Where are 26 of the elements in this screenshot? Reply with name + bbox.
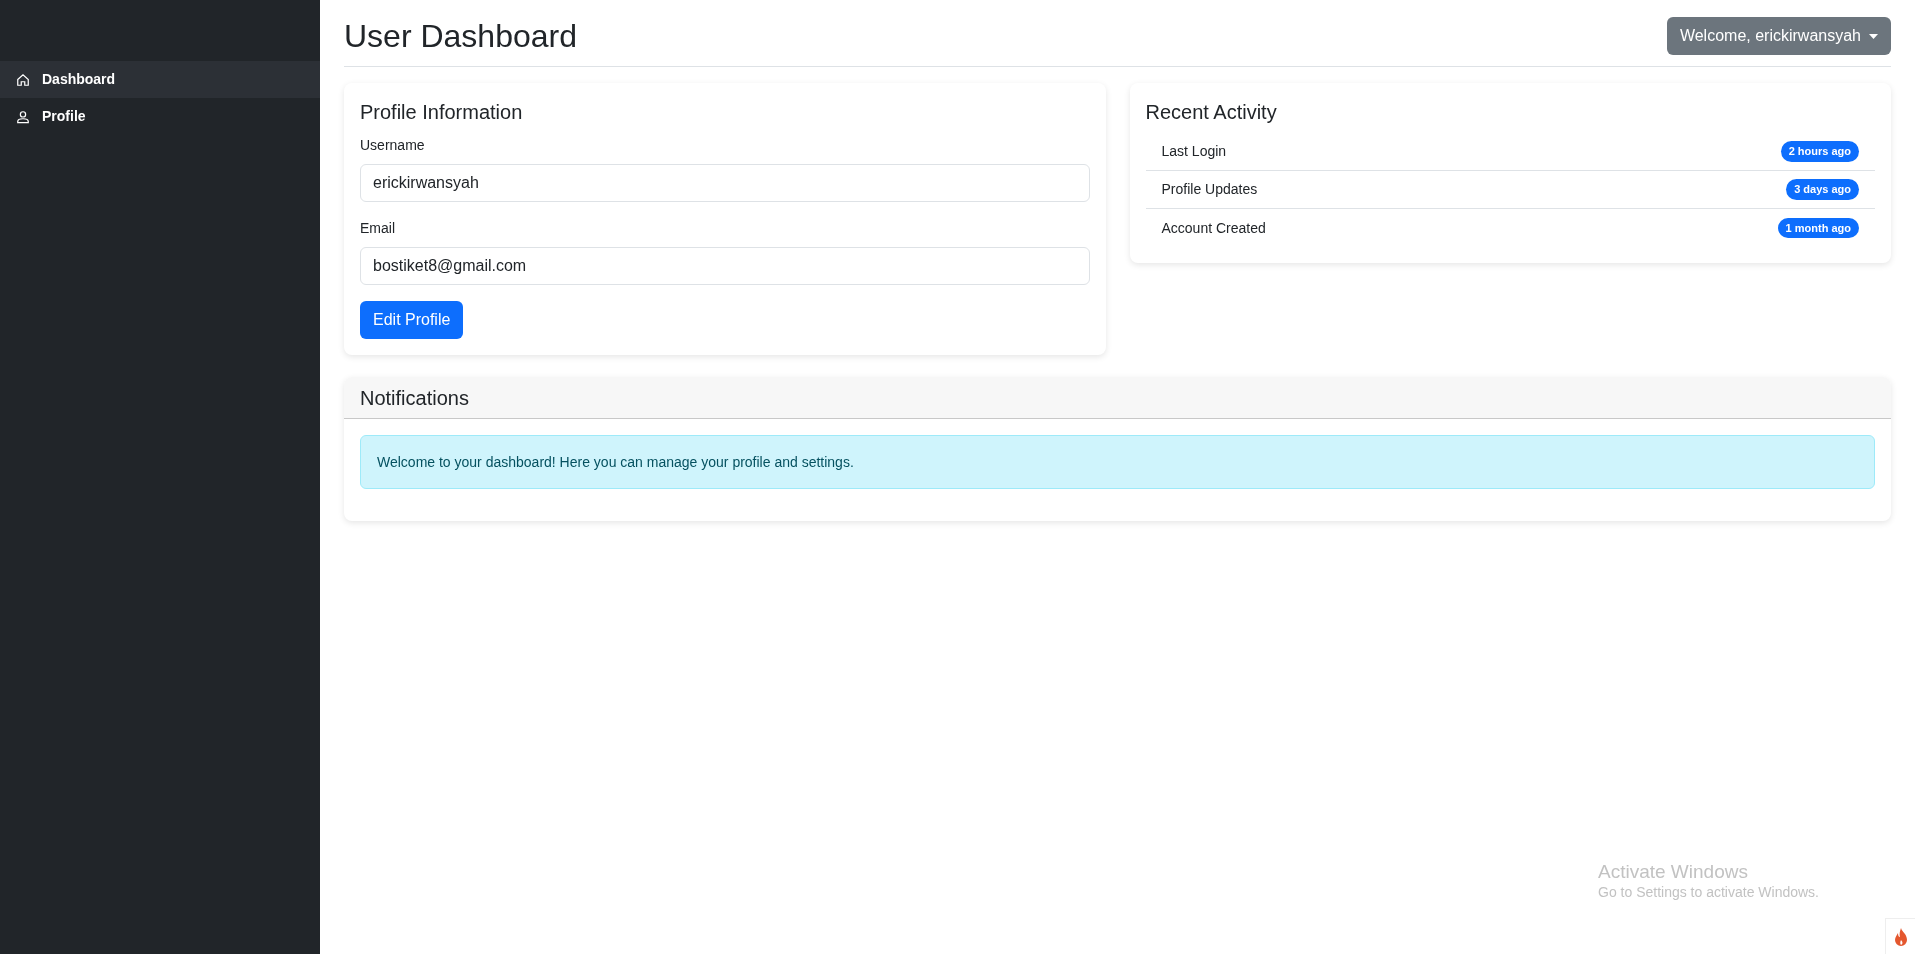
user-icon [16,109,30,124]
page-title: User Dashboard [344,17,577,56]
activity-label: Account Created [1161,218,1266,238]
activation-watermark-title: Activate Windows [1598,860,1749,884]
card-title: Recent Activity [1145,100,1278,125]
field-label: Username [360,136,426,155]
sidebar-item[interactable]: Profile [0,98,320,135]
info-alert: Welcome to your dashboard! Here you can manage your profile and settings. [360,435,1875,489]
edit-profile-button[interactable]: Edit Profile [360,301,464,339]
activity-label: Last Login [1161,142,1227,161]
flame-button[interactable] [1885,918,1915,954]
home-icon [16,72,30,87]
input-field[interactable]: bostiket8@gmail.com [360,247,1090,285]
field-label: Email [360,219,396,238]
input-field[interactable]: erickirwansyah [360,164,1090,202]
sidebar-item[interactable]: Dashboard [0,61,320,98]
time-badge: 1 month ago [1777,217,1859,239]
user-menu-button[interactable]: Welcome, erickirwansyah [1666,17,1891,55]
flame-icon [1892,926,1909,947]
caret-icon [1869,33,1878,39]
activity-label: Profile Updates [1161,180,1258,199]
card-title: Notifications [360,385,469,411]
activation-watermark-text: Go to Settings to activate Windows. [1598,883,1819,902]
time-badge: 2 hours ago [1780,141,1859,162]
card-title: Profile Information [360,100,524,125]
time-badge: 3 days ago [1786,179,1859,200]
